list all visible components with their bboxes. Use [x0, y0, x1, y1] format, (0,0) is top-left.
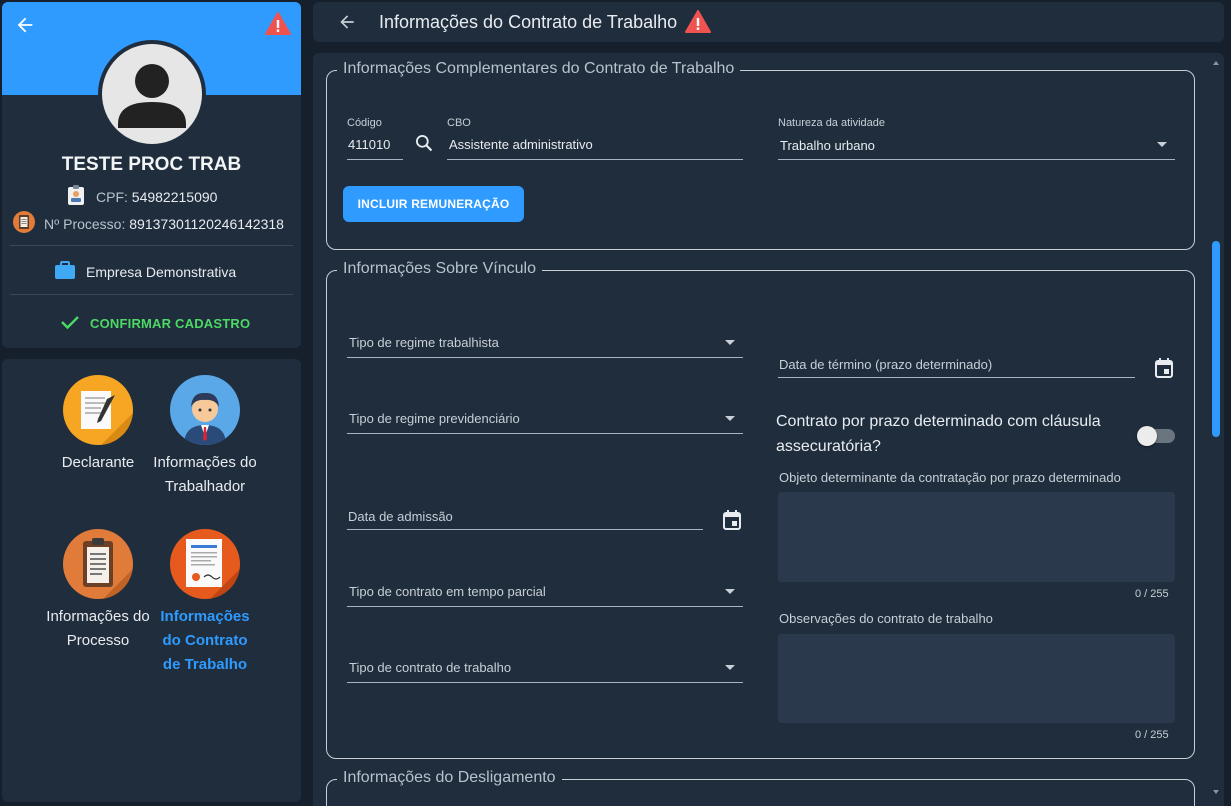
objeto-counter: 0 / 255 [1135, 588, 1169, 600]
contrato-document-icon [170, 529, 240, 599]
toggle-knob [1137, 426, 1157, 446]
check-icon [60, 314, 80, 333]
tempo-parcial-select[interactable]: Tipo de contrato em tempo parcial [349, 584, 546, 599]
incluir-remuneracao-button[interactable]: INCLUIR REMUNERAÇÃO [343, 186, 524, 222]
chevron-down-icon[interactable] [725, 340, 735, 345]
divider [10, 294, 293, 295]
trabalhador-icon [170, 375, 240, 445]
declarante-icon [63, 375, 133, 445]
clausula-question: Contrato por prazo determinado com cláus… [776, 413, 1101, 455]
complementares-section: Informações Complementares do Contrato d… [326, 60, 1195, 250]
regime-previdenciario-select[interactable]: Tipo de regime previdenciário [349, 411, 520, 426]
nav-trabalhador[interactable]: Informações do Trabalhador [152, 375, 258, 499]
page-header: Informações do Contrato de Trabalho [313, 2, 1224, 42]
chevron-down-icon[interactable] [1157, 142, 1167, 147]
back-arrow-icon[interactable] [337, 12, 357, 37]
warning-icon [265, 12, 291, 36]
objeto-textarea[interactable] [778, 492, 1175, 582]
search-icon[interactable] [414, 133, 434, 158]
codigo-underline [347, 159, 403, 160]
briefcase-icon [54, 260, 76, 283]
avatar [98, 40, 206, 148]
section-nav: Declarante Informações do Trabalhador In… [2, 359, 301, 802]
document-icon [12, 210, 36, 237]
chevron-down-icon[interactable] [725, 665, 735, 670]
vinculo-legend: Informações Sobre Vínculo [337, 260, 542, 278]
page-title: Informações do Contrato de Trabalho [379, 12, 678, 32]
objeto-label: Objeto determinante da contratação por p… [779, 470, 1121, 485]
underline [347, 357, 743, 358]
scroll-up-icon[interactable] [1210, 57, 1222, 69]
empresa-row: Empresa Demonstrativa [54, 260, 236, 283]
processo-clipboard-icon [63, 529, 133, 599]
data-termino-input[interactable]: Data de término (prazo determinado) [779, 357, 992, 372]
nav-contrato[interactable]: Informações do Contrato de Trabalho [152, 529, 258, 677]
codigo-input[interactable]: 411010 [348, 137, 390, 152]
main-content: Informações Complementares do Contrato d… [313, 53, 1224, 806]
complementares-legend: Informações Complementares do Contrato d… [337, 60, 741, 78]
cbo-input[interactable]: Assistente administrativo [449, 137, 593, 152]
underline [347, 682, 743, 683]
underline [778, 377, 1135, 378]
underline [347, 529, 703, 530]
scrollbar-thumb[interactable] [1212, 241, 1220, 437]
observacoes-label: Observações do contrato de trabalho [779, 611, 993, 626]
cbo-label: CBO [447, 117, 471, 129]
confirm-button[interactable]: CONFIRMAR CADASTRO [60, 314, 250, 333]
clausula-toggle[interactable] [1137, 426, 1175, 446]
calendar-icon[interactable] [722, 509, 742, 536]
id-badge-icon [66, 184, 86, 209]
codigo-label: Código [347, 117, 382, 129]
regime-trabalhista-select[interactable]: Tipo de regime trabalhista [349, 335, 499, 350]
scroll-down-icon[interactable] [1210, 786, 1222, 798]
natureza-select[interactable]: Trabalho urbano [780, 138, 875, 153]
data-admissao-input[interactable]: Data de admissão [348, 509, 453, 524]
chevron-down-icon[interactable] [725, 589, 735, 594]
desligamento-section: Informações do Desligamento [326, 769, 1195, 806]
underline [347, 606, 743, 607]
processo-row: Nº Processo: 89137301120246142318 [12, 210, 284, 237]
desligamento-legend: Informações do Desligamento [337, 769, 562, 787]
vinculo-section: Informações Sobre Vínculo Tipo de regime… [326, 260, 1195, 759]
cpf-row: CPF: 54982215090 [66, 184, 217, 209]
scrollbar[interactable] [1210, 53, 1222, 802]
chevron-down-icon[interactable] [725, 416, 735, 421]
calendar-icon[interactable] [1154, 357, 1174, 384]
tipo-contrato-select[interactable]: Tipo de contrato de trabalho [349, 660, 511, 675]
natureza-underline [778, 159, 1175, 160]
nav-processo[interactable]: Informações do Processo [45, 529, 151, 653]
divider [10, 245, 293, 246]
cbo-underline [447, 159, 743, 160]
profile-card: TESTE PROC TRAB CPF: 54982215090 Nº Proc… [2, 2, 301, 348]
observacoes-textarea[interactable] [778, 634, 1175, 723]
back-arrow-icon[interactable] [14, 14, 36, 36]
worker-name: TESTE PROC TRAB [61, 154, 242, 175]
observacoes-counter: 0 / 255 [1135, 729, 1169, 741]
warning-icon [685, 10, 711, 39]
natureza-label: Natureza da atividade [778, 117, 886, 129]
underline [347, 433, 743, 434]
user-silhouette-icon [118, 64, 186, 128]
nav-declarante[interactable]: Declarante [45, 375, 151, 475]
